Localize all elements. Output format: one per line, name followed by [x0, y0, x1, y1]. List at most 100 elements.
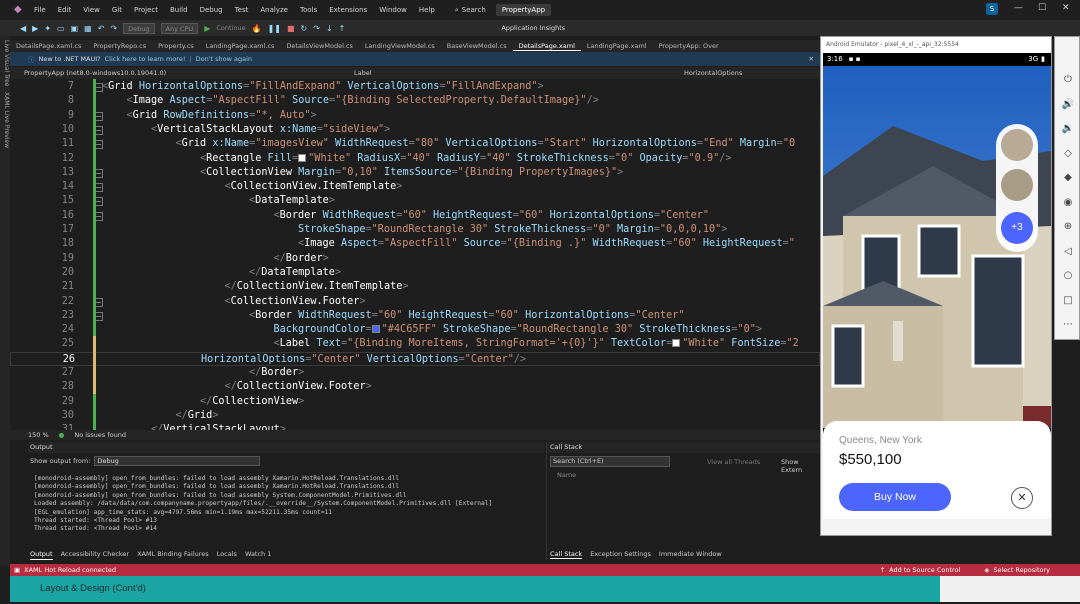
code-line[interactable]: 30 </Grid>	[10, 409, 820, 423]
menu-view[interactable]: View	[83, 6, 100, 14]
more-icon[interactable]: ⋯	[1061, 318, 1075, 332]
code-line[interactable]: 20 </DataTemplate>	[10, 266, 820, 280]
menu-edit[interactable]: Edit	[58, 6, 72, 14]
menu-build[interactable]: Build	[170, 6, 188, 14]
output-source-dropdown[interactable]: Debug	[94, 456, 261, 466]
zoom-icon[interactable]: ⊕	[1061, 220, 1075, 234]
menu-help[interactable]: Help	[419, 6, 435, 14]
xaml-live-preview-tab[interactable]: XAML Live Preview	[1, 92, 10, 148]
code-line[interactable]: 24 BackgroundColor= "#4C65FF" StrokeShape=…	[10, 323, 820, 337]
code-line[interactable]: 18 <Image Aspect="AspectFill" Source="{Bi…	[10, 237, 820, 251]
menu-file[interactable]: File	[34, 6, 46, 14]
avatar[interactable]: S	[986, 3, 998, 15]
add-to-source-control[interactable]: Add to Source Control	[889, 566, 960, 574]
code-line[interactable]: 11 <Grid x:Name="imagesView" WidthRequest…	[10, 137, 820, 151]
menu-analyze[interactable]: Analyze	[260, 6, 288, 14]
menu-project[interactable]: Project	[134, 6, 158, 14]
thumbnail-1[interactable]	[1001, 129, 1033, 161]
overview-icon[interactable]: □	[1061, 294, 1075, 308]
tab-landingpage-xaml-cs[interactable]: LandingPage.xaml.cs	[200, 42, 281, 50]
stop-icon[interactable]: ■	[287, 24, 295, 33]
tab-property-cs[interactable]: Property.cs	[152, 42, 200, 50]
tab-detailspage-xaml-cs[interactable]: DetailsPage.xaml.cs	[10, 42, 87, 50]
maximize-icon[interactable]: ☐	[1038, 3, 1046, 13]
menu-window[interactable]: Window	[379, 6, 407, 14]
close-infobar-icon[interactable]: ✕	[809, 55, 814, 63]
step-into-icon[interactable]: ↓	[326, 24, 333, 33]
dont-show-again-link[interactable]: Don't show again	[196, 55, 252, 63]
pause-icon[interactable]: ❚❚	[268, 24, 281, 33]
code-line[interactable]: 17 StrokeShape="RoundRectangle 30" Stroke…	[10, 223, 820, 237]
learn-more-link[interactable]: Click here to learn more!	[105, 55, 186, 63]
tab-baseviewmodel-cs[interactable]: BaseViewModel.cs	[441, 42, 513, 50]
tab-xaml-binding-failures[interactable]: XAML Binding Failures	[137, 550, 209, 560]
live-visual-tree-tab[interactable]: Live Visual Tree	[1, 40, 10, 86]
buy-now-button[interactable]: Buy Now	[839, 483, 951, 511]
code-line[interactable]: 21 </CollectionView.ItemTemplate>	[10, 280, 820, 294]
close-icon[interactable]: ✕	[1011, 487, 1033, 509]
back-icon[interactable]: ◁	[1061, 245, 1075, 259]
menu-tools[interactable]: Tools	[300, 6, 317, 14]
back-nav-icon[interactable]: ◀	[20, 24, 26, 33]
view-all-threads[interactable]: View all Threads	[707, 458, 760, 466]
volume-up-icon[interactable]: 🔊	[1061, 98, 1075, 112]
code-line[interactable]: 27 </Border>	[10, 366, 820, 380]
close-window-icon[interactable]: ✕	[1062, 3, 1070, 13]
tab-exception-settings[interactable]: Exception Settings	[590, 550, 651, 559]
menu-git[interactable]: Git	[112, 6, 122, 14]
code-line[interactable]: 7 <Grid HorizontalOptions="FillAndExpand"…	[10, 80, 820, 94]
undo-icon[interactable]: ↶	[98, 24, 105, 33]
tab-locals[interactable]: Locals	[217, 550, 237, 560]
code-line[interactable]: 23 <Border WidthRequest="60" HeightReques…	[10, 309, 820, 323]
tab-propertyrepo-cs[interactable]: PropertyRepo.cs	[87, 42, 152, 50]
color-swatch-icon[interactable]	[672, 339, 681, 348]
call-stack-search-input[interactable]: Search (Ctrl+E)	[550, 456, 670, 467]
zoom-level[interactable]: 150 %	[28, 431, 49, 439]
show-external-code[interactable]: Show Extern	[781, 458, 820, 474]
redo-icon[interactable]: ↷	[110, 24, 117, 33]
tab-immediate-window[interactable]: Immediate Window	[659, 550, 722, 559]
hot-reload-status[interactable]: XAML Hot Reload connected	[24, 566, 116, 574]
save-all-icon[interactable]: ▦	[84, 24, 92, 33]
code-line[interactable]: 26 HorizontalOptions="Center" VerticalOpt…	[10, 351, 820, 366]
color-swatch-icon[interactable]	[298, 153, 307, 162]
select-repository[interactable]: Select Repository	[993, 566, 1050, 574]
thumbnail-2[interactable]	[1001, 169, 1033, 201]
forward-nav-icon[interactable]: ▶	[32, 24, 38, 33]
code-line[interactable]: 25 <Label Text="{Binding MoreItems, Strin…	[10, 337, 820, 351]
save-icon[interactable]: ▣	[71, 24, 79, 33]
step-over-icon[interactable]: ↷	[313, 24, 320, 33]
code-line[interactable]: 28 </CollectionView.Footer>	[10, 380, 820, 394]
config-dropdown[interactable]: Debug	[123, 22, 155, 34]
code-line[interactable]: 16 <Border WidthRequest="60" HeightReques…	[10, 209, 820, 223]
tab-landingviewmodel-cs[interactable]: LandingViewModel.cs	[359, 42, 441, 50]
tab-propertyapp-overview[interactable]: PropertyApp: Over	[653, 42, 725, 50]
code-line[interactable]: 22 <CollectionView.Footer>	[10, 295, 820, 309]
continue-icon[interactable]: ▶	[204, 24, 210, 33]
power-icon[interactable]: ⏻	[1061, 73, 1075, 87]
project-context-dropdown[interactable]: PropertyApp (net8.0-windows10.0.19041.0)	[10, 69, 340, 77]
code-line[interactable]: 9 <Grid RowDefinitions="*, Auto">	[10, 109, 820, 123]
menu-extensions[interactable]: Extensions	[329, 6, 367, 14]
tab-output[interactable]: Output	[30, 550, 53, 560]
code-editor[interactable]: 7 <Grid HorizontalOptions="FillAndExpand"…	[10, 79, 820, 430]
code-line[interactable]: 15 <DataTemplate>	[10, 194, 820, 208]
menu-test[interactable]: Test	[235, 6, 249, 14]
tab-detailspage-xaml[interactable]: DetailsPage.xaml	[512, 42, 581, 51]
rotate-left-icon[interactable]: ◇	[1061, 147, 1075, 161]
global-search[interactable]: ⌕ Search	[455, 6, 486, 15]
tab-detailsviewmodel-cs[interactable]: DetailsViewModel.cs	[280, 42, 359, 50]
element-dropdown[interactable]: Label	[340, 69, 670, 77]
tab-accessibility-checker[interactable]: Accessibility Checker	[61, 550, 130, 560]
tab-watch-1[interactable]: Watch 1	[245, 550, 271, 560]
hot-reload-icon[interactable]: 🔥	[252, 24, 262, 33]
code-line[interactable]: 31 </VerticalStackLayout>	[10, 423, 820, 430]
step-out-icon[interactable]: ↑	[339, 24, 346, 33]
name-column-header[interactable]: Name	[557, 471, 576, 479]
home-icon[interactable]: ○	[1061, 269, 1075, 283]
new-item-icon[interactable]: ✦	[44, 24, 51, 33]
application-insights[interactable]: Application Insights	[501, 24, 565, 32]
code-line[interactable]: 13 <CollectionView Margin="0,10" ItemsSou…	[10, 166, 820, 180]
rotate-right-icon[interactable]: ◆	[1061, 171, 1075, 185]
code-line[interactable]: 19 </Border>	[10, 252, 820, 266]
